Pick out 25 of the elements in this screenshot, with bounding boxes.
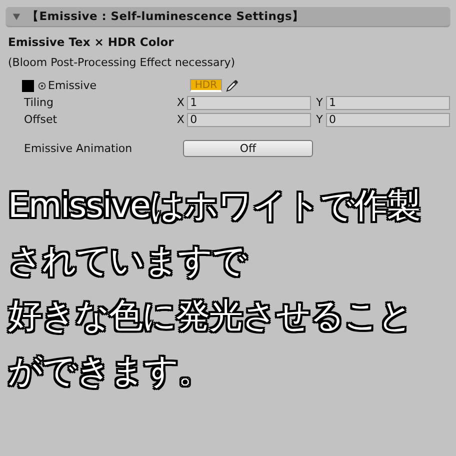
eyedropper-icon[interactable] (226, 79, 239, 92)
note-text: (Bloom Post-Processing Effect necessary) (8, 56, 236, 69)
animation-label: Emissive Animation (23, 142, 134, 155)
axis-label: X (176, 113, 186, 126)
axis-label: Y (315, 113, 324, 126)
texture-label: Emissive (48, 79, 98, 92)
target-icon[interactable] (38, 82, 46, 90)
section-header[interactable]: 【Emissive : Self-luminescence Settings】 (6, 7, 450, 26)
number-field[interactable]: 1 (187, 96, 312, 110)
caption-text: Emissiveはホワイトで作製 (8, 185, 420, 228)
caption-text: されていますで (8, 240, 246, 283)
animation-toggle-button[interactable]: Off (183, 140, 313, 157)
vector-label: Offset (23, 113, 58, 126)
number-field[interactable]: 0 (187, 112, 312, 126)
collapse-triangle-icon (12, 12, 21, 21)
number-field[interactable]: 0 (326, 112, 450, 126)
number-field[interactable]: 1 (326, 96, 450, 110)
vector-label: Tiling (23, 96, 55, 109)
subheading: Emissive Tex × HDR Color (8, 35, 175, 49)
texture-slot[interactable] (22, 80, 34, 92)
axis-label: Y (315, 96, 324, 109)
axis-label: X (176, 96, 186, 109)
section-title: 【Emissive : Self-luminescence Settings】 (27, 9, 304, 24)
caption-text: 好きな色に発光させること (8, 295, 412, 338)
caption-text: ができます。 (8, 350, 211, 393)
